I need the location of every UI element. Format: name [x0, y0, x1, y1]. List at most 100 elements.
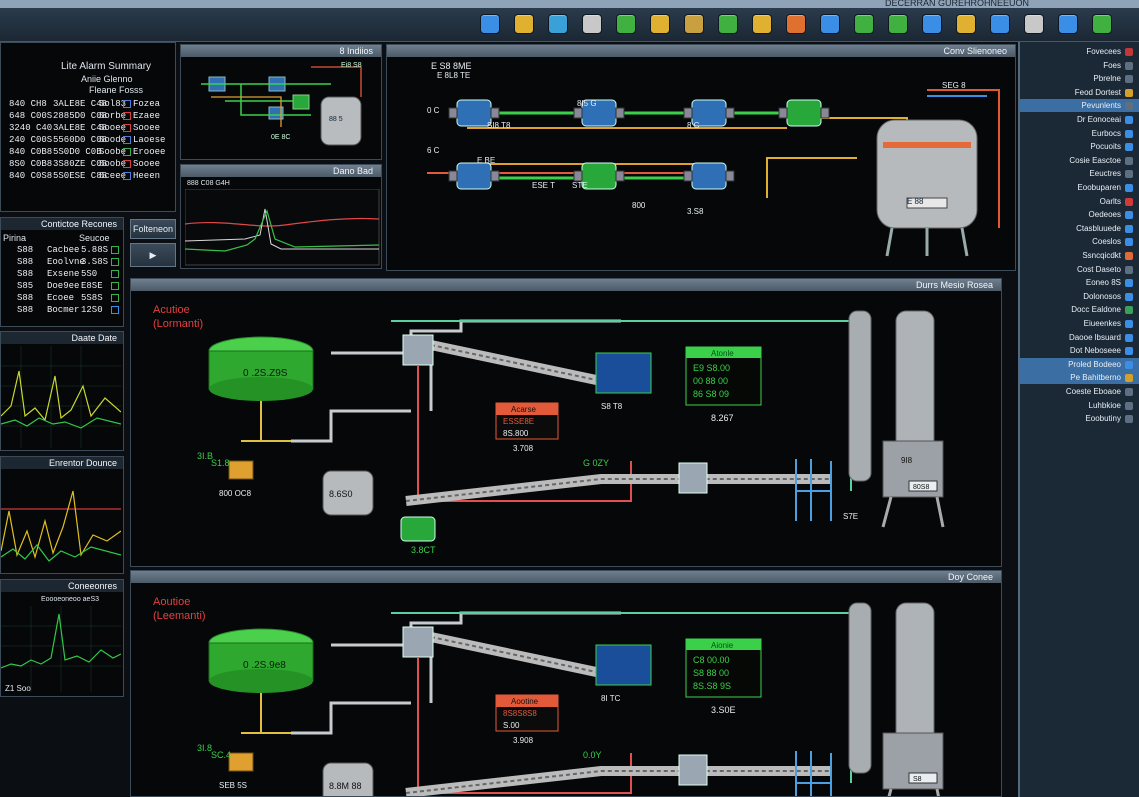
sidebar-item[interactable]: Oarlts — [1020, 195, 1139, 208]
column-legs[interactable] — [883, 788, 943, 796]
check-icon[interactable] — [1092, 14, 1112, 34]
config-row[interactable]: S88 Bocmer 12S0 — [1, 305, 119, 316]
config-row[interactable]: S88 Ecoee 5S8S — [1, 293, 119, 304]
sidebar-item[interactable]: Pevunlents — [1020, 99, 1139, 113]
column-1[interactable] — [848, 310, 872, 482]
sidebar-item[interactable]: Daooe lbsuard — [1020, 331, 1139, 344]
tag-icon[interactable] — [548, 14, 568, 34]
sidebar-item[interactable]: Luhbkioe — [1020, 399, 1139, 412]
config-checkbox[interactable] — [111, 306, 119, 314]
alarm-ack-checkbox[interactable] — [123, 172, 131, 180]
pump-6-flange[interactable] — [573, 170, 583, 182]
pump-7-flange[interactable] — [725, 170, 735, 182]
pump-7[interactable] — [691, 162, 727, 190]
alarm-row[interactable]: 840 CH8 3ALE8E C48 Fozea Sol83 — [5, 99, 171, 110]
sidebar-item[interactable]: Oedeoes — [1020, 208, 1139, 221]
pump-1-flange[interactable] — [490, 107, 500, 119]
wrench-icon[interactable] — [888, 14, 908, 34]
config-checkbox[interactable] — [111, 294, 119, 302]
pump-2-flange[interactable] — [615, 107, 625, 119]
alarm-row[interactable]: 648 C00S 2885D0 C08 Ezaee Sorbe — [5, 111, 171, 122]
sidebar-item[interactable]: Fovecees — [1020, 45, 1139, 58]
folder-open-icon[interactable] — [956, 14, 976, 34]
valve-value[interactable]: S1.8 — [211, 458, 230, 468]
valve-value[interactable]: SC.4 — [211, 750, 231, 760]
pump-4[interactable] — [786, 99, 822, 127]
sidebar-item[interactable]: Pbrelne — [1020, 72, 1139, 85]
column-label[interactable]: S7E — [843, 512, 858, 521]
alarm-ack-checkbox[interactable] — [123, 124, 131, 132]
feed-tank-level[interactable]: 0 .2S.Z9S — [243, 368, 288, 379]
motor[interactable] — [400, 516, 436, 542]
pump-6-flange[interactable] — [615, 170, 625, 182]
pump-5[interactable] — [456, 162, 492, 190]
edit-icon[interactable] — [718, 14, 738, 34]
sidebar-item[interactable]: Cost Daseto — [1020, 263, 1139, 276]
column-1[interactable] — [848, 602, 872, 774]
drain-valve[interactable] — [228, 752, 254, 772]
config-checkbox[interactable] — [111, 246, 119, 254]
feed-tank-bottom[interactable] — [209, 377, 313, 401]
column-label-2[interactable]: 9I8 — [901, 456, 913, 465]
valve-label[interactable]: 3I.8 — [197, 743, 212, 753]
feed-tank-bottom[interactable] — [209, 669, 313, 693]
back-icon[interactable] — [616, 14, 636, 34]
config-checkbox[interactable] — [111, 270, 119, 278]
alarm-ack-checkbox[interactable] — [123, 100, 131, 108]
vessel[interactable] — [322, 762, 374, 796]
config-row[interactable]: S85 Doe9ee E8SE — [1, 281, 119, 292]
reactor-tank[interactable] — [876, 119, 978, 229]
chart-icon[interactable] — [922, 14, 942, 34]
config-checkbox[interactable] — [111, 282, 119, 290]
pump-1-flange[interactable] — [448, 107, 458, 119]
pump-4-flange[interactable] — [820, 107, 830, 119]
pump-4-flange[interactable] — [778, 107, 788, 119]
vessel-label[interactable]: 8.8M 88 — [329, 781, 362, 791]
refresh-icon[interactable] — [1058, 14, 1078, 34]
sidebar-item[interactable]: Dolonosos — [1020, 290, 1139, 303]
pump-1[interactable] — [456, 99, 492, 127]
sidebar-item[interactable]: Proled Bodeeo — [1020, 357, 1139, 371]
sidebar-item[interactable]: Dot Neboseee — [1020, 344, 1139, 357]
sidebar-item[interactable]: Eurbocs — [1020, 127, 1139, 140]
motor-label[interactable]: 3.8CT — [411, 545, 436, 555]
network-icon[interactable] — [786, 14, 806, 34]
pattern-button[interactable]: Folteneon — [130, 219, 176, 239]
alarm-row[interactable]: 240 C00S 5560D0 C08 Laoese Soode — [5, 135, 171, 146]
sidebar-item[interactable]: Feod Dortest — [1020, 86, 1139, 99]
folder-icon[interactable] — [650, 14, 670, 34]
pump-5-flange[interactable] — [490, 170, 500, 182]
config-row[interactable]: S88 Cacbee 5.88S — [1, 245, 119, 256]
drain-valve[interactable] — [228, 460, 254, 480]
sidebar-item[interactable]: Docc Ealdone — [1020, 303, 1139, 316]
column-tag-text[interactable]: 80S8 — [913, 484, 929, 491]
alarm-ack-checkbox[interactable] — [123, 112, 131, 120]
sidebar-item[interactable]: Coeste Eboaoe — [1020, 385, 1139, 398]
users-icon[interactable] — [480, 14, 500, 34]
settings-icon[interactable] — [582, 14, 602, 34]
alarm-row[interactable]: 840 C0B8 5S0D0 C0B Erooee Soobe — [5, 147, 171, 158]
plant-icon[interactable] — [854, 14, 874, 34]
alarm-row[interactable]: 3240 C40 3ALE8E C48 Sooee Sooee — [5, 123, 171, 134]
gear-icon[interactable] — [1024, 14, 1044, 34]
alarm-ack-checkbox[interactable] — [123, 136, 131, 144]
column-legs[interactable] — [881, 496, 945, 528]
sidebar-item[interactable]: Ctasbluuede — [1020, 222, 1139, 235]
pump-3-flange[interactable] — [683, 107, 693, 119]
pump-5-flange[interactable] — [448, 170, 458, 182]
config-row[interactable]: S88 Exsene 5S0 — [1, 269, 119, 280]
config-row[interactable]: S88 Eoolvne 3.S8S — [1, 257, 119, 268]
sidebar-item[interactable]: Pe Bahitberno — [1020, 371, 1139, 385]
sidebar-item[interactable]: Eoobuparen — [1020, 181, 1139, 194]
sidebar-item[interactable]: Dr Eonoceai — [1020, 113, 1139, 126]
document-icon[interactable] — [684, 14, 704, 34]
pump-3-flange[interactable] — [725, 107, 735, 119]
alarm-ack-checkbox[interactable] — [123, 148, 131, 156]
feed-tank-level[interactable]: 0 .2S.9e8 — [243, 660, 286, 671]
sidebar-item[interactable]: Coeslos — [1020, 235, 1139, 248]
alarm-ack-checkbox[interactable] — [123, 160, 131, 168]
sidebar-item[interactable]: Cosie Easctoe — [1020, 154, 1139, 167]
alarm-row[interactable]: 8S0 C0B8 3S80ZE C0S Sooee Soobe — [5, 159, 171, 170]
alarm-row[interactable]: 840 C0S8 5S0ESE C8S Heeen Sceee — [5, 171, 171, 182]
pump-7-flange[interactable] — [683, 170, 693, 182]
